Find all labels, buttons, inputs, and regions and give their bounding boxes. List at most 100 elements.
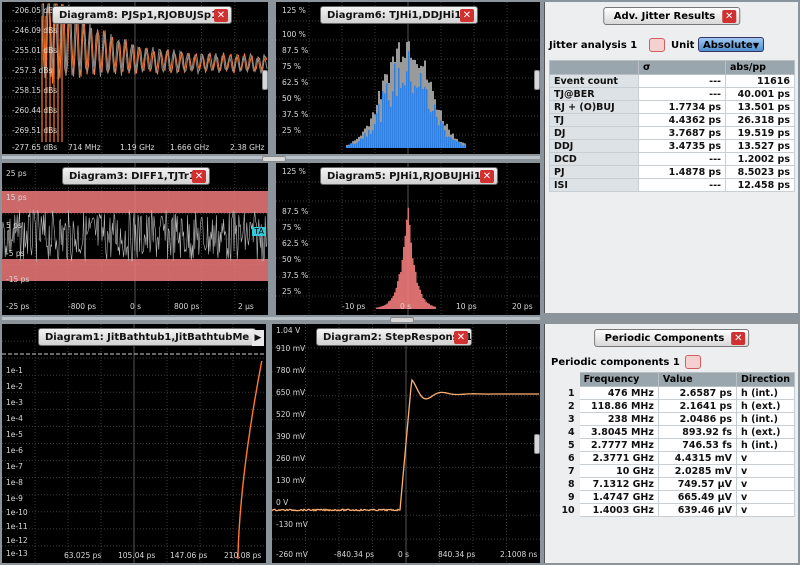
d1-ylab: 1e-12 — [6, 536, 28, 545]
table-row[interactable]: ISI --- 12.458 ps — [549, 178, 795, 192]
d1-ylab: 1e-13 — [6, 549, 28, 558]
row-index: 5 — [551, 438, 580, 452]
histogram-bar — [442, 123, 444, 148]
row-direction: v — [736, 477, 795, 491]
histogram-bar — [416, 282, 418, 309]
table-row[interactable]: 6 2.3771 GHz 4.4315 mV v — [551, 451, 795, 465]
diagram8-title[interactable]: Diagram8: PJSp1,RJOBUJSp1 ✕ — [52, 6, 232, 24]
diagram5-title[interactable]: Diagram5: PJHi1,RJOBUJHi1 ✕ — [320, 167, 498, 185]
histogram-bar — [386, 303, 388, 309]
table-row[interactable]: TJ 4.4362 ps 26.318 ps — [549, 113, 795, 127]
histogram-bar — [386, 83, 388, 148]
d8-ylab: -258.15 dBs — [12, 86, 58, 95]
table-row[interactable]: 4 3.8045 MHz 893.92 fs h (ext.) — [551, 425, 795, 439]
table-row[interactable]: TJ@BER --- 40.001 ps — [549, 87, 795, 101]
close-icon[interactable]: ✕ — [722, 10, 737, 23]
histogram-bar — [372, 130, 374, 148]
row-value: 2.6587 ps — [657, 386, 738, 400]
row-direction: h (int.) — [736, 386, 795, 400]
histogram-bar — [382, 306, 384, 309]
table-row[interactable]: Event count --- 11616 — [549, 74, 795, 88]
d1-ylab: 1e-3 — [6, 398, 23, 407]
close-icon[interactable]: ✕ — [480, 170, 494, 183]
row-sigma: 1.4878 ps — [638, 165, 726, 179]
histogram-bar — [418, 86, 420, 148]
splitter-handle[interactable] — [390, 317, 414, 323]
table-row[interactable]: 1 476 MHz 2.6587 ps h (int.) — [551, 386, 795, 400]
table-row[interactable]: 9 1.4747 GHz 665.49 µV v — [551, 490, 795, 504]
jitter-results-title[interactable]: Adv. Jitter Results ✕ — [602, 7, 741, 25]
histogram-bar — [378, 104, 380, 148]
diagram3-panel[interactable]: 25 ps 15 ps 5 ps -5 ps -15 ps -25 ps -80… — [2, 163, 268, 315]
row-value: 2.0285 mV — [657, 464, 738, 478]
histogram-bar — [412, 92, 414, 148]
diagram3-title-text: Diagram3: DIFF1,TJTr1 — [69, 171, 196, 182]
resize-handle[interactable] — [534, 70, 540, 90]
histogram-bar — [419, 289, 421, 309]
table-row[interactable]: 3 238 MHz 2.0486 ps h (int.) — [551, 412, 795, 426]
histogram-bar — [421, 293, 423, 309]
row-abspp: 13.501 ps — [725, 100, 795, 114]
d1-xlab: 210.08 ps — [224, 551, 262, 560]
table-row[interactable]: DDJ 3.4735 ps 13.527 ps — [549, 139, 795, 153]
resize-handle[interactable] — [534, 434, 540, 454]
histogram-bar — [460, 143, 462, 148]
diagram2-panel[interactable]: 1.04 V 910 mV 780 mV 650 mV 520 mV 390 m… — [272, 324, 540, 563]
col-frequency: Frequency — [578, 372, 659, 387]
periodic-title[interactable]: Periodic Components ✕ — [593, 329, 750, 347]
chevron-down-icon: ▼ — [752, 41, 759, 50]
jitter-results-title-text: Adv. Jitter Results — [613, 11, 716, 22]
close-icon[interactable]: ✕ — [731, 332, 746, 345]
table-row[interactable]: 10 1.4003 GHz 639.46 µV v — [551, 503, 795, 517]
table-row[interactable]: DJ 3.7687 ps 19.519 ps — [549, 126, 795, 140]
table-row[interactable]: 8 7.1312 GHz 749.57 µV v — [551, 477, 795, 491]
histogram-bar — [408, 51, 410, 149]
diagram1-panel[interactable]: 1e-1 1e-2 1e-3 1e-4 1e-5 1e-6 1e-7 1e-8 … — [2, 324, 266, 563]
d1-ylab: 1e-4 — [6, 414, 23, 423]
histogram-bar — [398, 67, 400, 148]
histogram-bar — [392, 295, 394, 309]
histogram-bar — [382, 91, 384, 148]
unit-select[interactable]: Absolute ▼ — [698, 37, 764, 52]
resize-handle[interactable] — [262, 70, 268, 90]
chevron-right-icon[interactable]: ▶ — [252, 330, 264, 346]
settings-icon[interactable] — [649, 38, 665, 52]
diagram1-title[interactable]: Diagram1: JitBathtub1,JitBathtubMe — [38, 328, 256, 346]
row-abspp: 12.458 ps — [725, 178, 795, 192]
diagram6-title[interactable]: Diagram6: TJHi1,DDJHi1 ✕ — [320, 6, 478, 24]
d1-xlab: 105.04 ps — [118, 551, 156, 560]
close-icon[interactable]: ✕ — [454, 331, 468, 344]
table-row[interactable]: DCD --- 1.2002 ps — [549, 152, 795, 166]
table-row[interactable]: 2 118.86 MHz 2.1641 ps h (ext.) — [551, 399, 795, 413]
row-frequency: 238 MHz — [578, 412, 659, 426]
diagram5-panel[interactable]: 125 % 87.5 % 75 % 62.5 % 50 % 37.5 % 25 … — [276, 163, 540, 315]
histogram-bar — [454, 140, 456, 148]
diagram2-title[interactable]: Diagram2: StepResponse1 ✕ — [316, 328, 472, 346]
diagram3-title[interactable]: Diagram3: DIFF1,TJTr1 ✕ — [62, 167, 210, 185]
table-row[interactable]: 5 2.7777 MHz 746.53 fs h (int.) — [551, 438, 795, 452]
close-icon[interactable]: ✕ — [214, 9, 228, 22]
row-value: 665.49 µV — [657, 490, 738, 504]
diagram8-panel[interactable]: -206.05 dB -246.09 dBs -255.01 dBs -257.… — [2, 2, 268, 154]
settings-icon[interactable] — [685, 355, 701, 369]
close-icon[interactable]: ✕ — [460, 9, 474, 22]
d6-ylab: 62.5 % — [282, 78, 309, 87]
d2-xlab: 2.1008 ns — [500, 550, 538, 559]
diagram6-plot — [276, 2, 540, 154]
row-frequency: 1.4747 GHz — [578, 490, 659, 504]
row-index: 7 — [551, 464, 580, 478]
close-icon[interactable]: ✕ — [192, 170, 206, 183]
table-row[interactable]: RJ + (O)BUJ 1.7734 ps 13.501 ps — [549, 100, 795, 114]
histogram-bar — [394, 63, 396, 149]
diagram6-panel[interactable]: 125 % 100 % 87.5 % 75 % 62.5 % 50 % 37.5… — [276, 2, 540, 154]
splitter-middle[interactable] — [2, 317, 540, 320]
col-name — [549, 60, 639, 75]
table-row[interactable]: PJ 1.4878 ps 8.5023 ps — [549, 165, 795, 179]
histogram-bar — [436, 116, 438, 148]
splitter-handle[interactable] — [262, 156, 286, 162]
histogram-bar — [379, 306, 381, 309]
trigger-marker[interactable]: TA — [252, 227, 266, 236]
table-row[interactable]: 7 10 GHz 2.0285 mV v — [551, 464, 795, 478]
unit-label: Unit — [671, 40, 695, 51]
histogram-bar — [354, 144, 356, 148]
